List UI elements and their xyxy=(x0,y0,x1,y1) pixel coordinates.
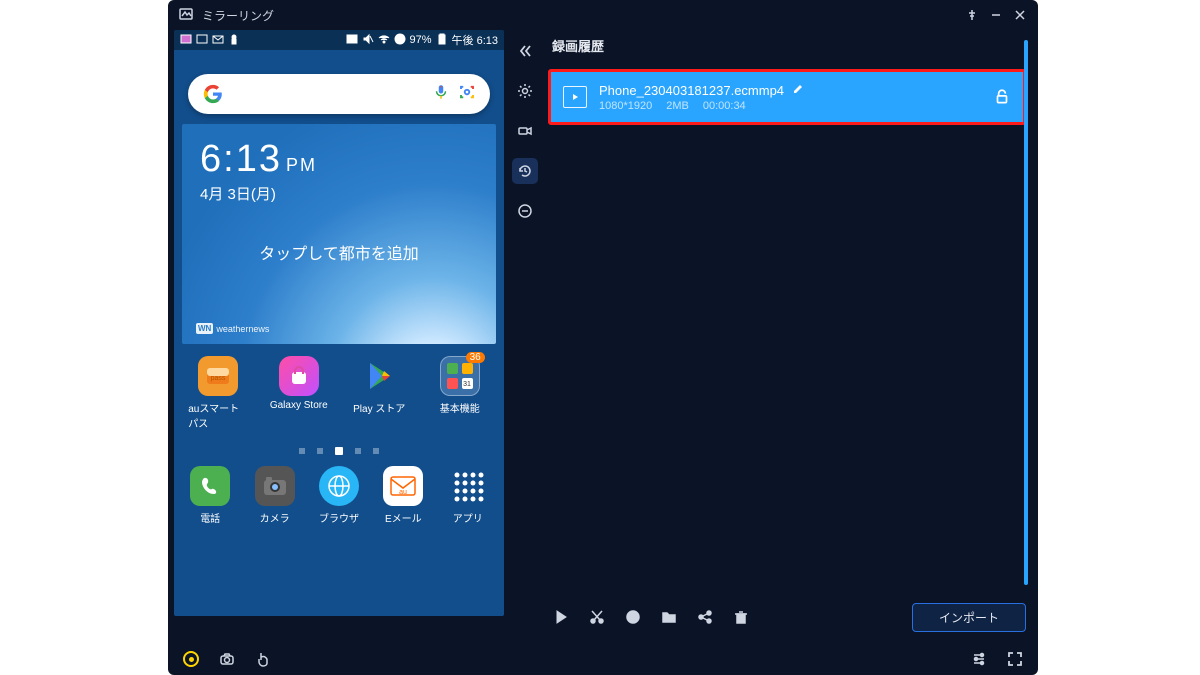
dock-browser[interactable]: ブラウザ xyxy=(309,466,369,525)
title-bar: ミラーリング xyxy=(168,0,1038,30)
panel-heading: 録画履歴 xyxy=(552,36,1026,55)
app-label: ブラウザ xyxy=(319,510,359,525)
no-sim-icon xyxy=(394,33,406,48)
app-label: アプリ xyxy=(453,510,483,525)
google-logo-icon xyxy=(202,83,224,105)
rail-record-button[interactable] xyxy=(512,118,538,144)
google-search-bar[interactable] xyxy=(188,74,490,114)
history-panel: 録画履歴 Phone_230403181237.ecmmp4 1080*1920… xyxy=(542,30,1038,643)
rail-annotate-button[interactable] xyxy=(512,198,538,224)
svg-text:au: au xyxy=(399,489,407,496)
app-logo-icon xyxy=(178,6,194,25)
dock-email[interactable]: au Eメール xyxy=(373,466,433,525)
lens-icon[interactable] xyxy=(458,83,476,106)
rail-settings-button[interactable] xyxy=(512,78,538,104)
battery-icon xyxy=(436,33,448,48)
image-icon xyxy=(196,33,208,48)
app-folder-basic[interactable]: 36 31 基本機能 xyxy=(430,356,490,430)
main-area: 97% 午後 6:13 xyxy=(168,30,1038,643)
clock-time: 6:13PM xyxy=(200,138,478,181)
side-rail xyxy=(508,30,542,643)
toolbar-settings-list[interactable] xyxy=(968,648,990,670)
status-time: 午後 6:13 xyxy=(452,32,498,48)
phone-icon xyxy=(190,466,230,506)
add-city-hint[interactable]: タップして都市を追加 xyxy=(200,240,478,264)
app-galaxy-store[interactable]: Galaxy Store xyxy=(269,356,329,430)
apps-grid-icon xyxy=(448,466,488,506)
clock-date: 4月 3日(月) xyxy=(200,183,478,204)
close-button[interactable] xyxy=(1012,7,1028,23)
action-info[interactable] xyxy=(620,604,646,630)
recording-item[interactable]: Phone_230403181237.ecmmp4 1080*1920 2MB … xyxy=(548,69,1026,125)
weather-widget[interactable]: 6:13PM 4月 3日(月) タップして都市を追加 WN weathernew… xyxy=(182,124,496,344)
dock-camera[interactable]: カメラ xyxy=(245,466,305,525)
gallery-icon xyxy=(180,33,192,48)
shopping-bag-icon xyxy=(279,356,319,396)
mail-icon: au xyxy=(383,466,423,506)
toolbar-fullscreen[interactable] xyxy=(1004,648,1026,670)
lock-icon[interactable] xyxy=(993,88,1011,106)
app-label: auスマートパス xyxy=(188,400,248,430)
camera-icon xyxy=(255,466,295,506)
recording-filename: Phone_230403181237.ecmmp4 xyxy=(599,83,784,98)
weather-brand: WN weathernews xyxy=(196,323,269,334)
mail-icon xyxy=(212,33,224,48)
phone-screen[interactable]: 97% 午後 6:13 xyxy=(174,30,504,616)
notification-badge: 36 xyxy=(466,352,485,363)
svg-text:31: 31 xyxy=(463,381,471,388)
toolbar-pointer[interactable] xyxy=(252,648,274,670)
app-play-store[interactable]: Play ストア xyxy=(349,356,409,430)
pin-button[interactable] xyxy=(964,7,980,23)
action-cut[interactable] xyxy=(584,604,610,630)
app-label: カメラ xyxy=(260,510,290,525)
app-au-smartpass[interactable]: pass auスマートパス xyxy=(188,356,248,430)
svg-text:pass: pass xyxy=(211,375,226,382)
dock-apps[interactable]: アプリ xyxy=(438,466,498,525)
mic-icon[interactable] xyxy=(432,83,450,106)
folder-icon: 36 31 xyxy=(440,356,480,396)
battery-text: 97% xyxy=(410,34,432,46)
app-label: 電話 xyxy=(200,510,220,525)
mute-icon xyxy=(362,33,374,48)
play-icon xyxy=(359,356,399,396)
window-title: ミラーリング xyxy=(202,7,274,24)
home-dock: 電話 カメラ ブラウザ au Eメール xyxy=(178,466,500,525)
phone-mirror-container: 97% 午後 6:13 xyxy=(168,30,508,643)
recording-info: Phone_230403181237.ecmmp4 1080*1920 2MB … xyxy=(599,83,981,112)
home-page-indicator[interactable] xyxy=(174,448,504,456)
action-share[interactable] xyxy=(692,604,718,630)
action-delete[interactable] xyxy=(728,604,754,630)
panel-scrollbar[interactable] xyxy=(1024,40,1028,585)
edit-icon[interactable] xyxy=(792,83,804,98)
app-label: 基本機能 xyxy=(440,400,480,415)
recording-resolution: 1080*1920 xyxy=(599,100,652,112)
import-button[interactable]: インポート xyxy=(912,603,1026,632)
app-label: Play ストア xyxy=(353,400,405,415)
status-bar: 97% 午後 6:13 xyxy=(174,30,504,50)
rail-history-button[interactable] xyxy=(512,158,538,184)
action-open-folder[interactable] xyxy=(656,604,682,630)
rail-collapse-button[interactable] xyxy=(512,38,538,64)
panel-action-bar: インポート xyxy=(548,597,1026,637)
app-window: ミラーリング xyxy=(168,0,1038,675)
toolbar-record[interactable] xyxy=(180,648,202,670)
app-label: Galaxy Store xyxy=(270,400,328,411)
wallet-icon: pass xyxy=(198,356,238,396)
recording-duration: 00:00:34 xyxy=(703,100,746,112)
action-play[interactable] xyxy=(548,604,574,630)
toolbar-screenshot[interactable] xyxy=(216,648,238,670)
recording-size: 2MB xyxy=(666,100,689,112)
app-label: Eメール xyxy=(385,510,422,525)
cast-icon xyxy=(346,33,358,48)
bottom-toolbar xyxy=(168,643,1038,675)
dock-phone[interactable]: 電話 xyxy=(180,466,240,525)
home-app-row: pass auスマートパス Galaxy Store xyxy=(178,356,500,430)
privacy-icon xyxy=(228,33,240,48)
wifi-icon xyxy=(378,33,390,48)
globe-icon xyxy=(319,466,359,506)
video-thumb-icon xyxy=(563,86,587,108)
minimize-button[interactable] xyxy=(988,7,1004,23)
